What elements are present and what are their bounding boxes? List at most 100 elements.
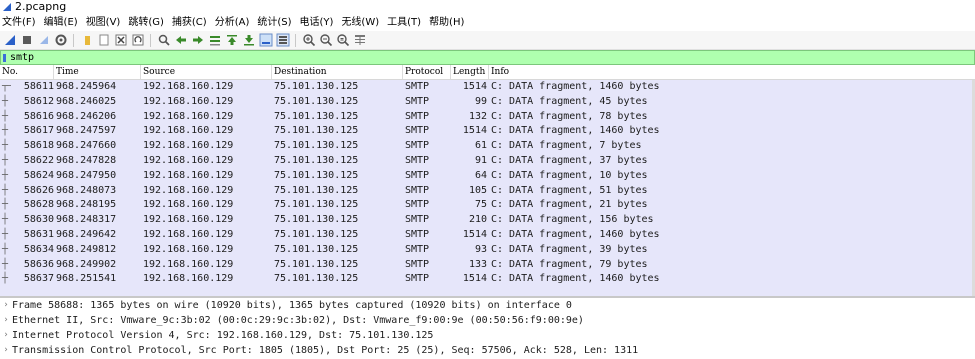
stop-icon[interactable] xyxy=(20,33,34,47)
column-header-no[interactable]: No. xyxy=(0,65,54,79)
menu-file[interactable]: 文件(F) xyxy=(0,14,40,31)
packet-row[interactable]: ┼ 58631 968.249642 192.168.160.129 75.10… xyxy=(0,228,975,243)
packet-row[interactable]: ┼ 58636 968.249902 192.168.160.129 75.10… xyxy=(0,258,975,273)
resize-columns-icon[interactable] xyxy=(353,33,367,47)
zoom-out-icon[interactable] xyxy=(319,33,333,47)
menu-telephony[interactable]: 电话(Y) xyxy=(296,14,338,31)
packet-number: 58630 xyxy=(23,214,54,226)
go-to-packet-icon[interactable] xyxy=(208,33,222,47)
main-toolbar xyxy=(0,31,975,50)
menu-go[interactable]: 跳转(G) xyxy=(124,14,168,31)
packet-source: 192.168.160.129 xyxy=(143,169,234,181)
menu-tools[interactable]: 工具(T) xyxy=(383,14,425,31)
column-header-destination[interactable]: Destination xyxy=(272,65,403,79)
column-header-length[interactable]: Length xyxy=(451,65,489,79)
related-packet-marker: ┬╴ xyxy=(2,81,15,92)
packet-number: 58626 xyxy=(23,184,54,196)
packet-number: 58611 xyxy=(23,81,54,92)
packet-info: C: DATA fragment, 7 bytes xyxy=(491,140,642,152)
packet-number: 58631 xyxy=(23,228,54,240)
packet-row[interactable]: ┼ 58624 968.247950 192.168.160.129 75.10… xyxy=(0,169,975,184)
menu-help[interactable]: 帮助(H) xyxy=(425,14,468,31)
packet-row[interactable]: ┼ 58634 968.249812 192.168.160.129 75.10… xyxy=(0,243,975,258)
shark-fin-start-icon[interactable] xyxy=(3,33,17,47)
packet-source: 192.168.160.129 xyxy=(143,81,234,92)
go-forward-icon[interactable] xyxy=(191,33,205,47)
reload-icon[interactable] xyxy=(131,33,145,47)
expand-arrow-icon[interactable]: › xyxy=(0,343,12,358)
first-packet-icon[interactable] xyxy=(225,33,239,47)
bookmark-icon[interactable] xyxy=(3,53,6,62)
packet-number: 58616 xyxy=(23,110,54,122)
menu-statistics[interactable]: 统计(S) xyxy=(253,14,295,31)
expand-arrow-icon[interactable]: › xyxy=(0,313,12,328)
packet-row[interactable]: ┬╴ 58611 968.245964 192.168.160.129 75.1… xyxy=(0,80,975,95)
wireshark-fin-icon xyxy=(3,3,11,11)
packet-length: 1514 xyxy=(462,273,487,285)
column-header-time[interactable]: Time xyxy=(54,65,141,79)
menu-bar: 文件(F) 编辑(E) 视图(V) 跳转(G) 捕获(C) 分析(A) 统计(S… xyxy=(0,14,975,31)
packet-row[interactable]: ┼ 58630 968.248317 192.168.160.129 75.10… xyxy=(0,213,975,228)
menu-view[interactable]: 视图(V) xyxy=(82,14,125,31)
detail-row-tcp[interactable]: › Transmission Control Protocol, Src Por… xyxy=(0,343,975,358)
packet-destination: 75.101.130.125 xyxy=(274,81,359,92)
colorize-icon[interactable] xyxy=(276,33,290,47)
display-filter-input[interactable] xyxy=(10,51,910,64)
packet-protocol: SMTP xyxy=(405,81,430,92)
packet-time: 968.248195 xyxy=(56,199,117,211)
packet-length: 1514 xyxy=(462,228,487,240)
autoscroll-icon[interactable] xyxy=(259,33,273,47)
detail-text: Ethernet II, Src: Vmware_9c:3b:02 (00:0c… xyxy=(12,315,584,326)
packet-row[interactable]: ┼ 58637 968.251541 192.168.160.129 75.10… xyxy=(0,272,975,287)
packet-length: 210 xyxy=(468,214,487,226)
restart-icon[interactable] xyxy=(37,33,51,47)
packet-list[interactable]: ┬╴ 58611 968.245964 192.168.160.129 75.1… xyxy=(0,80,975,296)
related-packet-marker: ┼ xyxy=(2,184,9,196)
zoom-reset-icon[interactable] xyxy=(336,33,350,47)
packet-info: C: DATA fragment, 21 bytes xyxy=(491,199,648,211)
packet-row[interactable]: ┼ 58612 968.246025 192.168.160.129 75.10… xyxy=(0,95,975,110)
detail-row-ethernet[interactable]: › Ethernet II, Src: Vmware_9c:3b:02 (00:… xyxy=(0,313,975,328)
close-file-icon[interactable] xyxy=(114,33,128,47)
packet-row[interactable]: ┼ 58622 968.247828 192.168.160.129 75.10… xyxy=(0,154,975,169)
detail-row-frame[interactable]: › Frame 58688: 1365 bytes on wire (10920… xyxy=(0,298,975,313)
options-gear-icon[interactable] xyxy=(54,33,68,47)
related-packet-marker: ┼ xyxy=(2,199,9,211)
packet-protocol: SMTP xyxy=(405,110,430,122)
packet-row[interactable]: ┼ 58617 968.247597 192.168.160.129 75.10… xyxy=(0,124,975,139)
packet-protocol: SMTP xyxy=(405,125,430,137)
zoom-in-icon[interactable] xyxy=(302,33,316,47)
file-icon[interactable] xyxy=(97,33,111,47)
menu-edit[interactable]: 编辑(E) xyxy=(40,14,82,31)
packet-info: C: DATA fragment, 156 bytes xyxy=(491,214,654,226)
packet-destination: 75.101.130.125 xyxy=(274,214,359,226)
find-icon[interactable] xyxy=(157,33,171,47)
related-packet-marker: ┼ xyxy=(2,140,9,152)
packet-number: 58624 xyxy=(23,169,54,181)
expand-arrow-icon[interactable]: › xyxy=(0,328,12,343)
packet-destination: 75.101.130.125 xyxy=(274,184,359,196)
packet-time: 968.248073 xyxy=(56,184,117,196)
packet-row[interactable]: ┼ 58618 968.247660 192.168.160.129 75.10… xyxy=(0,139,975,154)
packet-source: 192.168.160.129 xyxy=(143,125,234,137)
last-packet-icon[interactable] xyxy=(242,33,256,47)
packet-row[interactable]: ┼ 58616 968.246206 192.168.160.129 75.10… xyxy=(0,110,975,125)
column-header-info[interactable]: Info xyxy=(489,65,975,79)
expand-arrow-icon[interactable]: › xyxy=(0,298,12,313)
packet-row[interactable]: ┼ 58628 968.248195 192.168.160.129 75.10… xyxy=(0,198,975,213)
packet-source: 192.168.160.129 xyxy=(143,228,234,240)
column-header-protocol[interactable]: Protocol xyxy=(403,65,451,79)
detail-row-ipv4[interactable]: › Internet Protocol Version 4, Src: 192.… xyxy=(0,328,975,343)
column-header-source[interactable]: Source xyxy=(141,65,272,79)
open-folder-icon[interactable] xyxy=(80,33,94,47)
packet-protocol: SMTP xyxy=(405,214,430,226)
menu-wireless[interactable]: 无线(W) xyxy=(337,14,383,31)
packet-length: 1514 xyxy=(462,81,487,92)
packet-number: 58628 xyxy=(23,199,54,211)
packet-time: 968.247950 xyxy=(56,169,117,181)
menu-capture[interactable]: 捕获(C) xyxy=(168,14,211,31)
go-back-icon[interactable] xyxy=(174,33,188,47)
packet-time: 968.249642 xyxy=(56,228,117,240)
packet-row[interactable]: ┼ 58626 968.248073 192.168.160.129 75.10… xyxy=(0,184,975,199)
menu-analyze[interactable]: 分析(A) xyxy=(211,14,254,31)
